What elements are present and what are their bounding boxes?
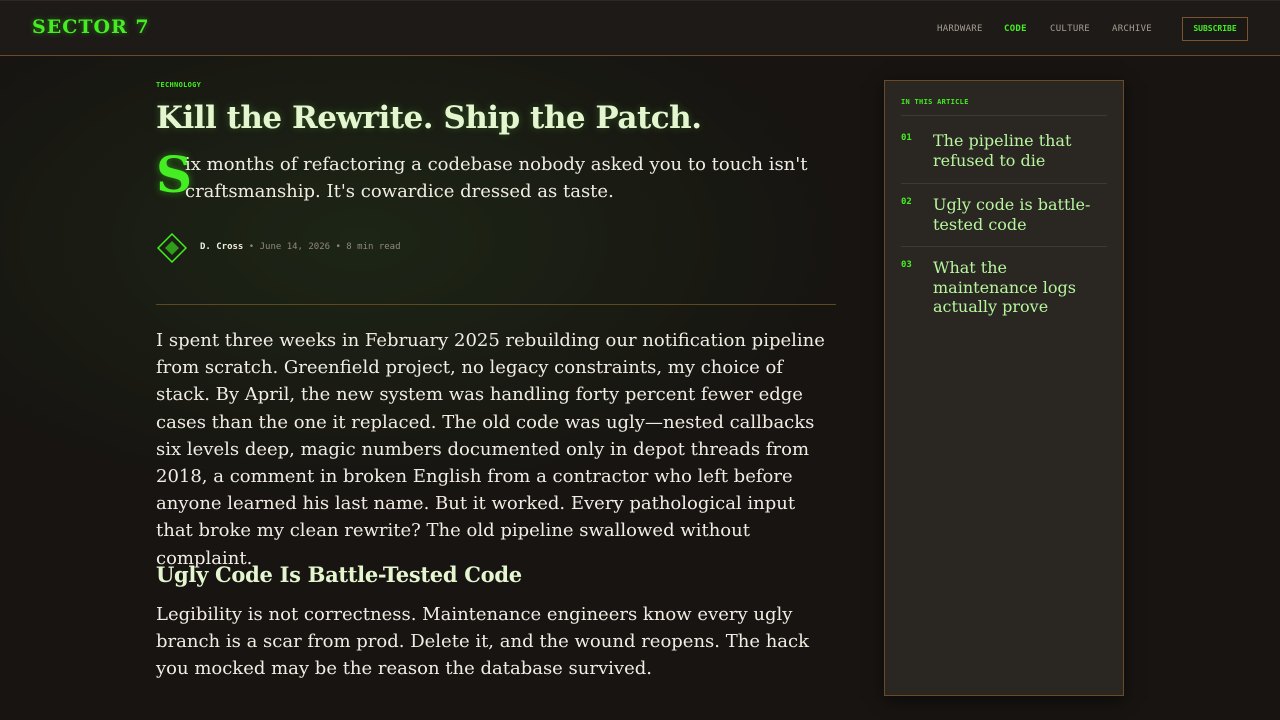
- nav-item-hardware[interactable]: HARDWARE: [937, 24, 983, 34]
- divider: [156, 304, 836, 305]
- subscribe-button[interactable]: SUBSCRIBE: [1182, 17, 1248, 41]
- publish-info: • June 14, 2026 • 8 min read: [243, 242, 401, 252]
- article-lede: ix months of refactoring a codebase nobo…: [185, 154, 808, 202]
- toc-item[interactable]: 03 What the maintenance logs actually pr…: [901, 258, 1107, 318]
- toc-item-link[interactable]: The pipeline that refused to die: [933, 131, 1103, 170]
- article-meta: D. Cross • June 14, 2026 • 8 min read: [200, 242, 401, 252]
- toc-item-link[interactable]: Ugly code is battle-tested code: [933, 195, 1103, 234]
- nav-item-code[interactable]: CODE: [1004, 24, 1027, 34]
- toc-item-number: 03: [901, 260, 912, 270]
- toc-item-link[interactable]: What the maintenance logs actually prove: [933, 258, 1103, 317]
- main-nav: HARDWARE CODE CULTURE ARCHIVE: [0, 24, 1280, 36]
- diamond-icon: [157, 233, 187, 263]
- top-navigation-bar: SECTOR 7 HARDWARE CODE CULTURE ARCHIVE S…: [0, 0, 1280, 56]
- divider: [901, 183, 1107, 184]
- toc-item[interactable]: 02 Ugly code is battle-tested code: [901, 195, 1107, 235]
- author-name[interactable]: D. Cross: [200, 242, 243, 252]
- table-of-contents: IN THIS ARTICLE 01 The pipeline that ref…: [884, 80, 1124, 696]
- lede-dropcap: S: [156, 145, 193, 204]
- article-category[interactable]: TECHNOLOGY: [156, 81, 201, 89]
- body-paragraph: I spent three weeks in February 2025 reb…: [156, 330, 825, 569]
- nav-item-archive[interactable]: ARCHIVE: [1112, 24, 1152, 34]
- byline: D. Cross • June 14, 2026 • 8 min read: [157, 233, 657, 263]
- body-paragraph: Legibility is not correctness. Maintenan…: [156, 604, 810, 680]
- section-heading: Ugly Code Is Battle-Tested Code: [156, 562, 522, 587]
- article-title: Kill the Rewrite. Ship the Patch.: [156, 100, 702, 136]
- toc-item-number: 02: [901, 197, 912, 207]
- nav-item-culture[interactable]: CULTURE: [1050, 24, 1090, 34]
- divider: [901, 115, 1107, 116]
- divider: [901, 246, 1107, 247]
- toc-item[interactable]: 01 The pipeline that refused to die: [901, 131, 1107, 171]
- toc-item-number: 01: [901, 133, 912, 143]
- toc-label: IN THIS ARTICLE: [901, 98, 969, 106]
